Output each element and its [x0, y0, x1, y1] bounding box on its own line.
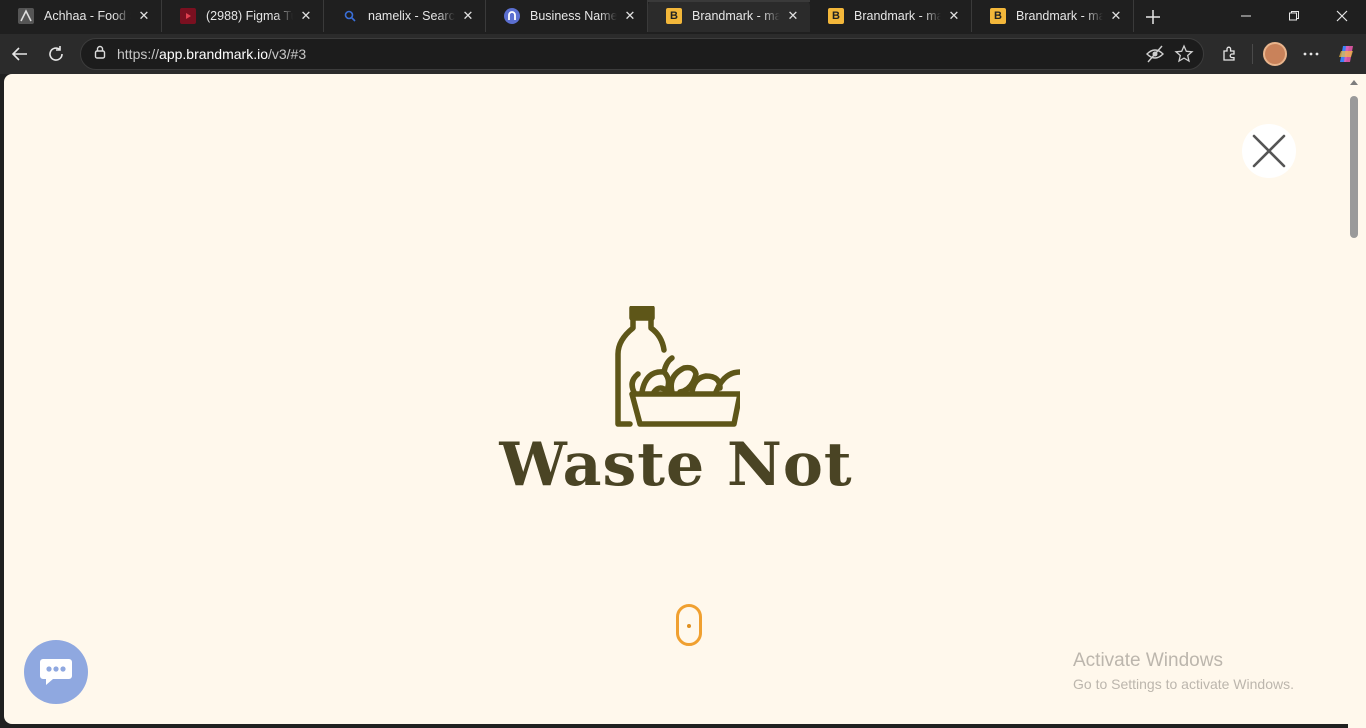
- restore-button[interactable]: [1270, 0, 1318, 32]
- back-arrow-icon: [11, 47, 27, 61]
- plus-icon: [1146, 10, 1160, 24]
- scrollbar-thumb[interactable]: [1350, 96, 1358, 238]
- favorite-star-icon[interactable]: [1173, 43, 1195, 70]
- tab-title: Achhaa - Food Sha: [44, 9, 131, 23]
- chat-support-button[interactable]: [24, 640, 88, 704]
- avatar: [1263, 42, 1287, 66]
- extensions-button[interactable]: [1212, 36, 1248, 72]
- page-scrollbar[interactable]: [1348, 74, 1366, 728]
- window-controls: [1222, 0, 1366, 32]
- tab-close-icon[interactable]: ✕: [297, 7, 315, 25]
- tab-figma-tutorial[interactable]: (2988) Figma Tutor ✕: [162, 0, 324, 32]
- toolbar-divider: [1252, 44, 1253, 64]
- watermark-line-1: Activate Windows: [1073, 650, 1223, 671]
- copilot-icon: [1339, 46, 1353, 62]
- search-icon: [342, 8, 358, 24]
- scroll-up-arrow-icon[interactable]: [1350, 80, 1358, 85]
- reload-button[interactable]: [38, 36, 74, 72]
- tab-close-icon[interactable]: ✕: [784, 7, 802, 25]
- tab-title: Brandmark - make: [854, 9, 941, 23]
- copilot-button[interactable]: [1329, 36, 1365, 72]
- tab-achhaa[interactable]: Achhaa - Food Sha ✕: [0, 0, 162, 32]
- namelix-icon: [504, 8, 520, 24]
- lock-icon[interactable]: [93, 45, 107, 64]
- reload-icon: [49, 46, 63, 61]
- brandmark-icon: B: [666, 8, 682, 24]
- minimize-button[interactable]: [1222, 0, 1270, 32]
- brand-name: Waste Not: [499, 430, 853, 500]
- tab-business-name-generator[interactable]: Business Name Ger ✕: [486, 0, 648, 32]
- tab-title: Brandmark - make: [692, 9, 780, 23]
- tab-title: Brandmark - make: [1016, 9, 1103, 23]
- back-button[interactable]: [2, 36, 38, 72]
- page-viewport: Waste Not Activate Windows Go to Setting…: [4, 74, 1348, 724]
- brandmark-icon: B: [990, 8, 1006, 24]
- tab-title: Business Name Ger: [530, 9, 617, 23]
- close-icon: [1252, 134, 1286, 168]
- watermark-line-2: Go to Settings to activate Windows.: [1073, 676, 1294, 692]
- tab-namelix-search[interactable]: namelix - Search ✕: [324, 0, 486, 32]
- tab-close-icon[interactable]: ✕: [945, 7, 963, 25]
- scroll-down-hint-icon[interactable]: [676, 604, 702, 646]
- more-menu-button[interactable]: [1293, 36, 1329, 72]
- tab-close-icon[interactable]: ✕: [1107, 7, 1125, 25]
- tab-brandmark-active[interactable]: B Brandmark - make ✕: [648, 0, 810, 32]
- tab-close-icon[interactable]: ✕: [459, 7, 477, 25]
- browser-toolbar: https://app.brandmark.io/v3/#3: [0, 34, 1366, 74]
- tab-strip: Achhaa - Food Sha ✕ (2988) Figma Tutor ✕…: [0, 0, 1366, 34]
- profile-button[interactable]: [1257, 36, 1293, 72]
- tab-close-icon[interactable]: ✕: [135, 7, 153, 25]
- windows-activation-watermark: Activate Windows Go to Settings to activ…: [1073, 650, 1294, 692]
- tab-brandmark-3[interactable]: B Brandmark - make ✕: [972, 0, 1134, 32]
- youtube-icon: [180, 8, 196, 24]
- tab-title: namelix - Search: [368, 9, 455, 23]
- puzzle-icon: [1223, 46, 1235, 61]
- more-dots-icon: [1303, 52, 1319, 56]
- scroll-hint-dot: [687, 624, 691, 628]
- tab-brandmark-2[interactable]: B Brandmark - make ✕: [810, 0, 972, 32]
- close-window-button[interactable]: [1318, 0, 1366, 32]
- new-tab-button[interactable]: [1134, 0, 1172, 34]
- bottle-and-basket-logo-icon: [615, 306, 740, 427]
- figma-like-icon: [18, 8, 34, 24]
- brandmark-icon: B: [828, 8, 844, 24]
- close-preview-button[interactable]: [1242, 124, 1296, 178]
- address-bar[interactable]: https://app.brandmark.io/v3/#3: [80, 38, 1204, 70]
- url-text[interactable]: https://app.brandmark.io/v3/#3: [117, 46, 306, 62]
- chat-bubble-icon: [40, 659, 72, 685]
- toolbar-right: [1212, 36, 1365, 72]
- tracking-prevention-icon[interactable]: [1145, 43, 1165, 70]
- tab-close-icon[interactable]: ✕: [621, 7, 639, 25]
- tab-title: (2988) Figma Tutor: [206, 9, 293, 23]
